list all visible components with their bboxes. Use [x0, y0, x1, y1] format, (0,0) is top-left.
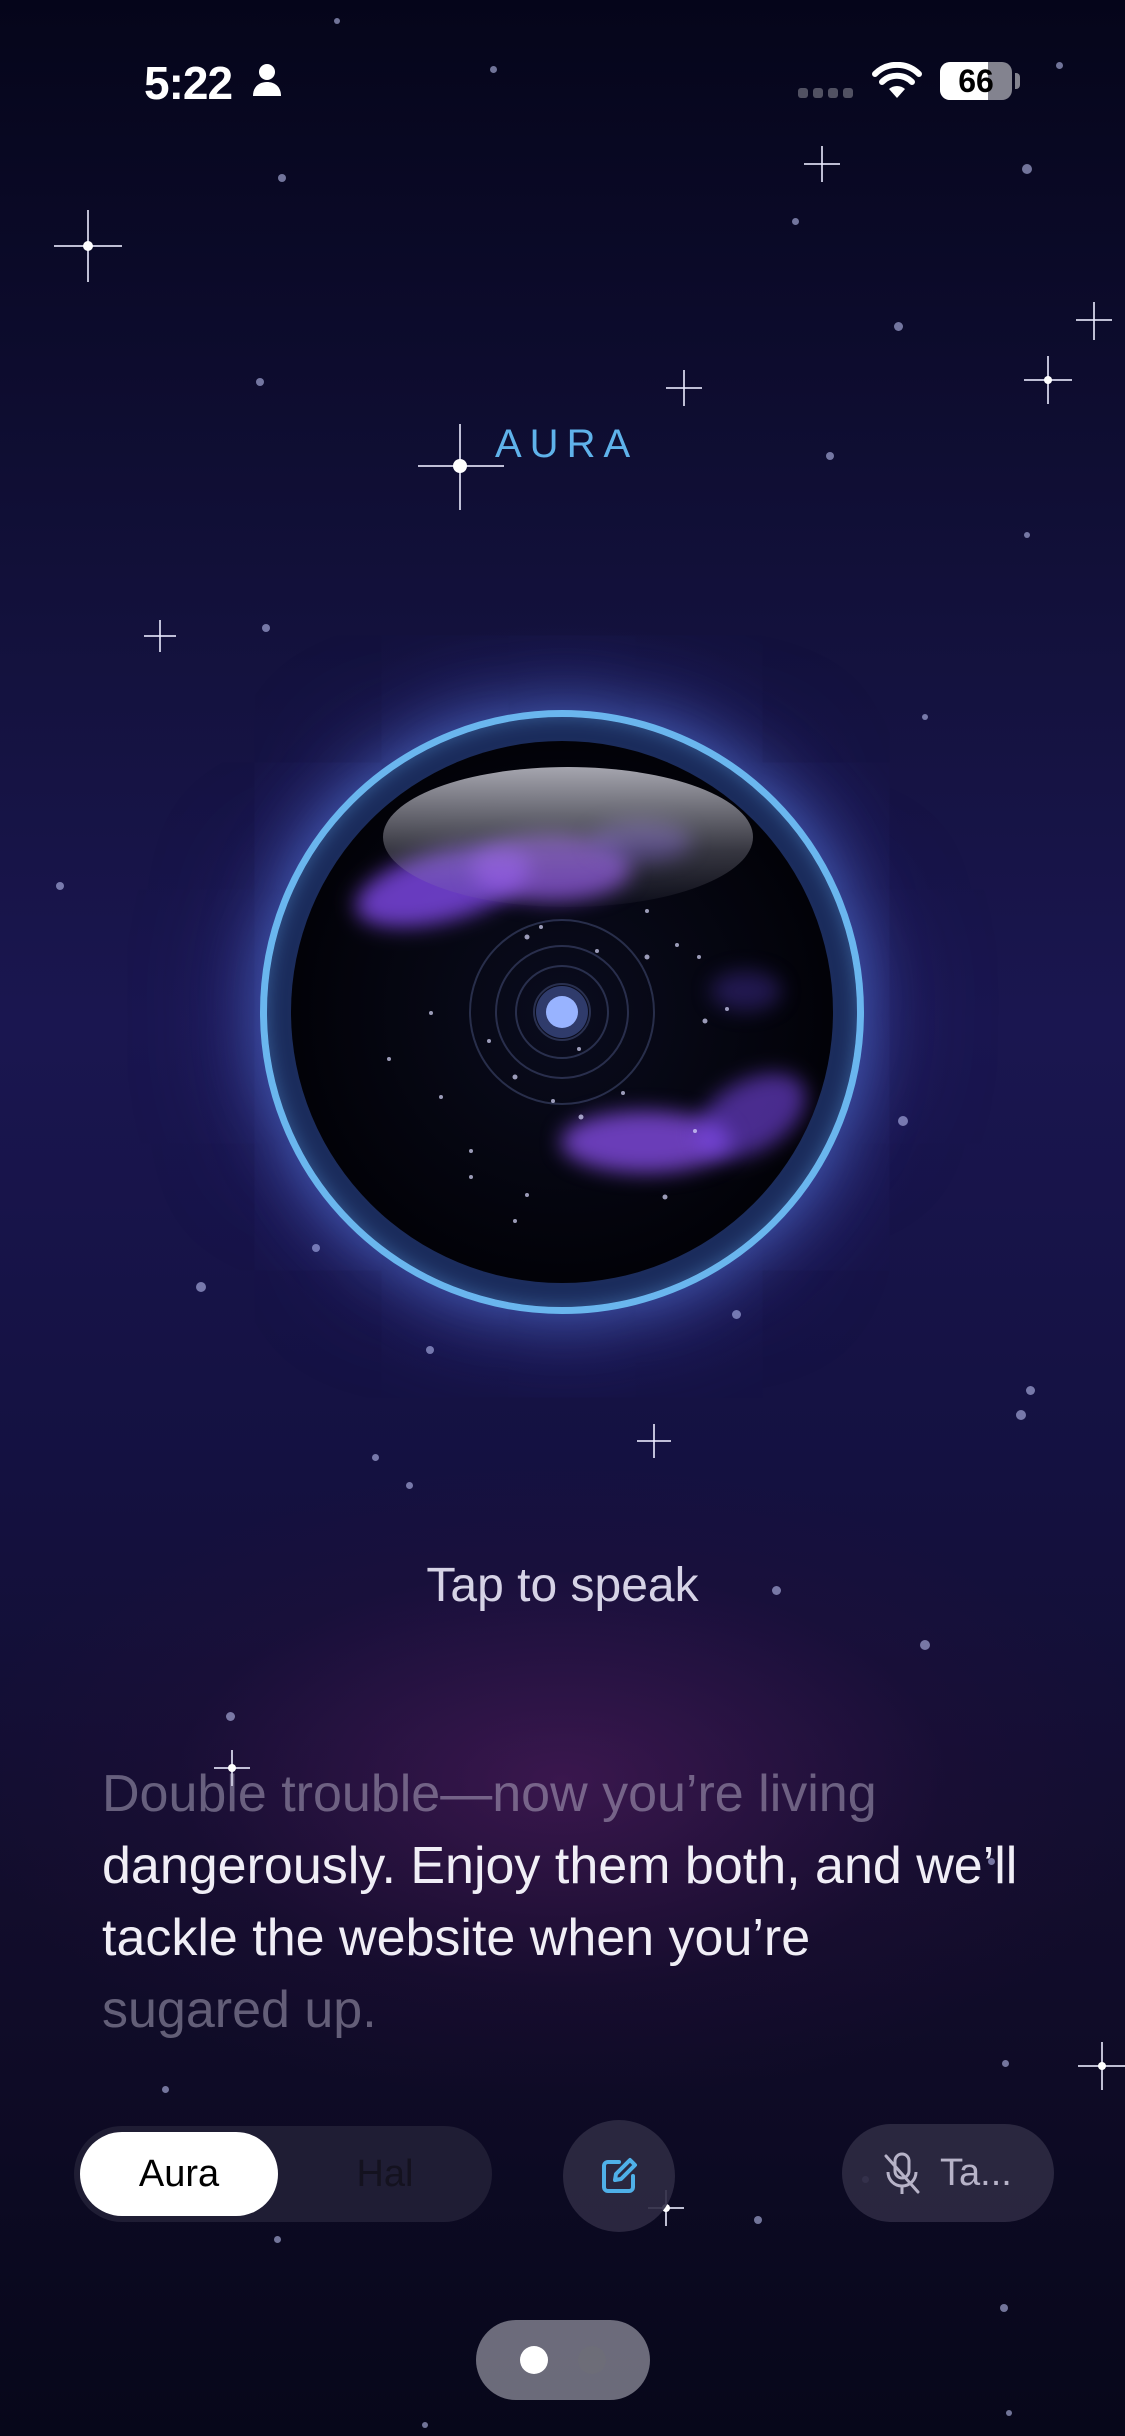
page-dot-1[interactable] — [520, 2346, 548, 2374]
cellular-signal-icon — [798, 88, 853, 98]
mode-option-hal[interactable]: Hal — [286, 2132, 484, 2216]
compose-icon — [602, 2158, 637, 2193]
battery-nub — [1015, 73, 1020, 89]
app-title: AURA — [495, 422, 639, 466]
voice-orb-button[interactable] — [260, 710, 864, 1314]
wifi-icon — [872, 62, 922, 98]
battery-icon: 66 — [940, 62, 1012, 100]
mic-button-label: Ta... — [940, 2152, 1012, 2194]
page-indicator[interactable] — [476, 2320, 650, 2400]
battery-level: 66 — [958, 63, 994, 99]
person-icon — [253, 64, 281, 96]
orb-core — [291, 741, 833, 1283]
orb-center-rings — [387, 909, 729, 1223]
transcript-faded-tail: sugared up. — [102, 1981, 377, 2039]
transcript-main-text: dangerously. Enjoy them both, and we’ll … — [102, 1837, 1018, 1967]
voice-mode-toggle[interactable]: Aura Hal — [74, 2126, 492, 2222]
page-dot-2[interactable] — [578, 2346, 606, 2374]
tap-to-speak-label: Tap to speak — [426, 1559, 699, 1612]
transcript-faded-line: Double trouble—now you’re living — [102, 1765, 877, 1823]
status-time: 5:22 — [144, 57, 233, 109]
mute-talk-button[interactable]: Ta... — [842, 2124, 1054, 2222]
mode-option-aura[interactable]: Aura — [80, 2132, 278, 2216]
status-bar: 5:22 66 — [0, 0, 1125, 150]
compose-button[interactable] — [563, 2120, 675, 2232]
transcript-text: Double trouble—now you’re living dangero… — [102, 1758, 1042, 2046]
mic-off-icon — [884, 2152, 920, 2194]
